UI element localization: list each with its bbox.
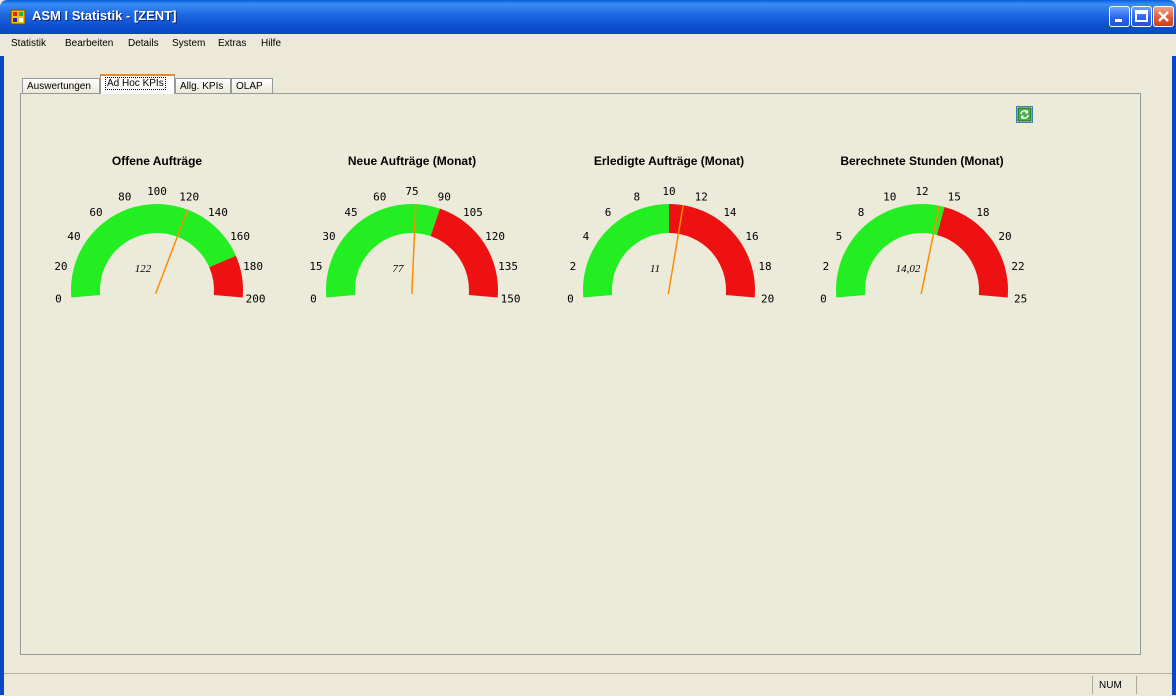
gauge-tick-label: 5 bbox=[836, 230, 843, 243]
gauge: Offene Aufträge 0 20 40 60 80 100 120 140160 180 2… bbox=[54, 154, 265, 306]
gauge-tick-label: 180 bbox=[243, 260, 263, 273]
gauge-tick-label: 16 bbox=[745, 230, 758, 243]
gauge-value: 14,02 bbox=[896, 263, 921, 275]
gauge-tick-label: 18 bbox=[758, 260, 771, 273]
gauge-tick-label: 40 bbox=[67, 230, 80, 243]
gauge-tick-label: 2 bbox=[823, 260, 830, 273]
gauge-tick-label: 8 bbox=[633, 190, 640, 203]
gauge-tick-label: 22 bbox=[1011, 260, 1024, 273]
gauge-tick-label: 200 bbox=[246, 293, 266, 306]
gauge-tick-label: 18 bbox=[976, 206, 989, 219]
gauge-tick-label: 20 bbox=[761, 293, 774, 306]
gauge-value: 122 bbox=[135, 263, 152, 275]
gauge-red-band bbox=[669, 204, 755, 298]
gauge-tick-label: 60 bbox=[373, 190, 386, 203]
status-num-indicator: NUM bbox=[1099, 680, 1122, 691]
gauge-tick-label: 8 bbox=[858, 206, 865, 219]
gauges-area: Offene Aufträge020406080 100 1201401601802… bbox=[54, 154, 1027, 306]
gauge-tick-label: 75 bbox=[405, 185, 418, 198]
gauge-tick-label: 60 bbox=[89, 206, 102, 219]
gauge-tick-label: 100 bbox=[147, 185, 167, 198]
gauge-tick-label: 10 bbox=[883, 190, 896, 203]
gauge-title: Berechnete Stunden (Monat) bbox=[840, 154, 1003, 168]
gauge-tick-label: 120 bbox=[179, 190, 199, 203]
gauge-tick-label: 80 bbox=[118, 190, 131, 203]
gauge-tick-label: 0 bbox=[55, 293, 62, 306]
status-separator bbox=[1136, 676, 1137, 694]
gauge-green-band bbox=[836, 204, 945, 298]
gauge-tick-label: 0 bbox=[820, 293, 827, 306]
status-separator bbox=[1092, 676, 1093, 694]
gauge-tick-label: 90 bbox=[438, 190, 451, 203]
gauge-tick-label: 4 bbox=[583, 230, 590, 243]
gauge-tick-label: 160 bbox=[230, 230, 250, 243]
gauge-title: Erledigte Aufträge (Monat) bbox=[594, 154, 744, 168]
tab-ad-hoc-kpis[interactable]: Ad Hoc KPIs bbox=[100, 74, 175, 94]
gauge-title: Neue Aufträge (Monat) bbox=[348, 154, 476, 168]
gauge-tick-label: 2 bbox=[570, 260, 577, 273]
status-bar: NUM bbox=[4, 673, 1172, 696]
gauge-tick-label: 12 bbox=[915, 185, 928, 198]
tab-label: Ad Hoc KPIs bbox=[105, 77, 166, 90]
gauge-title: Offene Aufträge bbox=[112, 154, 203, 168]
gauge-red-band bbox=[936, 207, 1009, 298]
gauge-tick-label: 6 bbox=[605, 206, 612, 219]
gauge-tick-label: 0 bbox=[310, 293, 317, 306]
gauge-tick-label: 30 bbox=[322, 230, 335, 243]
gauge-green-band bbox=[583, 204, 669, 298]
gauge-tick-label: 20 bbox=[998, 230, 1011, 243]
gauge-tick-label: 150 bbox=[501, 293, 521, 306]
gauge: Erledigte Aufträge (Monat) 0 2 4 6 8 10 12 14 16 1… bbox=[567, 154, 774, 306]
gauge-tick-label: 20 bbox=[54, 260, 67, 273]
gauge-tick-label: 105 bbox=[463, 206, 483, 219]
gauge: Neue Aufträge (Monat) 0 15 30 45 60 75 90 105120… bbox=[309, 154, 520, 306]
gauge-tick-label: 120 bbox=[485, 230, 505, 243]
gauge-tick-label: 15 bbox=[309, 260, 322, 273]
gauge-tick-label: 140 bbox=[208, 206, 228, 219]
gauge-red-band bbox=[430, 208, 498, 298]
gauge-tick-label: 45 bbox=[344, 206, 357, 219]
gauge-tick-label: 0 bbox=[567, 293, 574, 306]
gauge-tick-label: 12 bbox=[695, 190, 708, 203]
gauge: Berechnete Stunden (Monat)025810 12 151820… bbox=[820, 154, 1027, 306]
gauge-tick-label: 135 bbox=[498, 260, 518, 273]
gauge-value: 11 bbox=[650, 263, 660, 275]
gauge-tick-label: 14 bbox=[723, 206, 737, 219]
gauge-tick-label: 10 bbox=[662, 185, 675, 198]
gauge-value: 77 bbox=[393, 263, 405, 275]
gauge-green-band bbox=[326, 203, 440, 298]
gauge-tick-label: 25 bbox=[1014, 293, 1027, 306]
gauge-tick-label: 15 bbox=[948, 190, 961, 203]
